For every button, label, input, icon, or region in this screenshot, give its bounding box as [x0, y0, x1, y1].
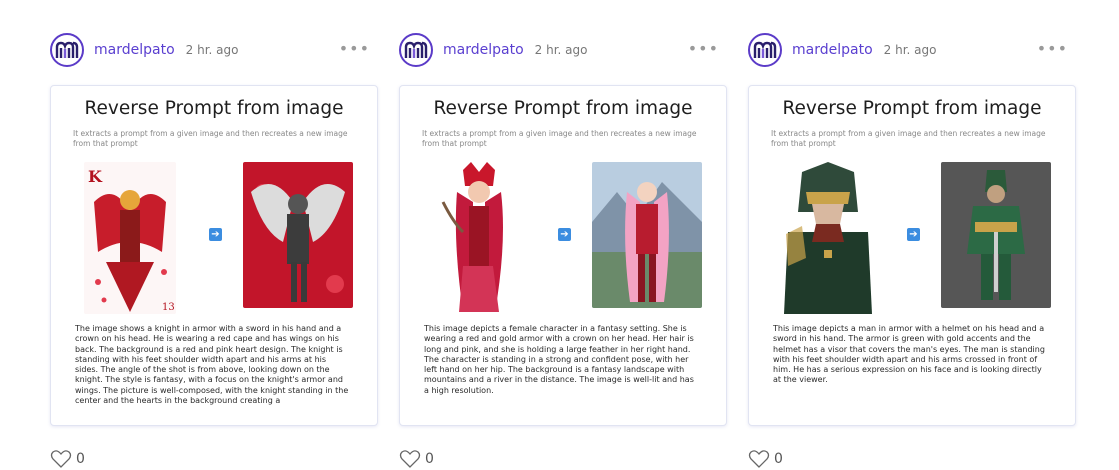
- generated-image: [592, 162, 702, 308]
- brand-logo-icon: [55, 41, 79, 58]
- generated-image: [243, 162, 353, 308]
- image-comparison: ➔: [749, 162, 1075, 314]
- brand-logo-icon: [753, 41, 777, 58]
- card-title: Reverse Prompt from image: [433, 98, 693, 119]
- heart-icon[interactable]: [399, 450, 421, 468]
- brand-logo-icon: [404, 41, 428, 58]
- more-options-button[interactable]: •••: [688, 41, 719, 57]
- like-count: 0: [425, 451, 434, 467]
- post-footer: 0: [748, 450, 783, 468]
- arrow-right-icon: ➔: [558, 228, 571, 241]
- post-header: mardelpato 2 hr. ago •••: [399, 30, 727, 70]
- post-timestamp: 2 hr. ago: [534, 43, 588, 57]
- card-description: This image depicts a man in armor with a…: [773, 324, 1045, 385]
- like-count: 0: [76, 451, 85, 467]
- post-footer: 0: [50, 450, 85, 468]
- username-link[interactable]: mardelpato: [443, 42, 524, 58]
- card-description: The image shows a knight in armor with a…: [75, 324, 349, 406]
- avatar[interactable]: [50, 33, 84, 67]
- username-link[interactable]: mardelpato: [792, 42, 873, 58]
- card-title: Reverse Prompt from image: [84, 98, 344, 119]
- post-content-card[interactable]: Reverse Prompt from image It extracts a …: [50, 85, 378, 426]
- card-subtitle: It extracts a prompt from a given image …: [771, 129, 1046, 148]
- post-timestamp: 2 hr. ago: [883, 43, 937, 57]
- card-subtitle: It extracts a prompt from a given image …: [422, 129, 697, 148]
- post-header: mardelpato 2 hr. ago •••: [748, 30, 1076, 70]
- source-image: [782, 162, 874, 314]
- post-content-card[interactable]: Reverse Prompt from image It extracts a …: [748, 85, 1076, 426]
- image-comparison: ➔: [400, 162, 726, 314]
- arrow-right-icon: ➔: [209, 228, 222, 241]
- post-feed: mardelpato 2 hr. ago ••• Reverse Prompt …: [0, 0, 1119, 469]
- source-image: K 13: [84, 162, 176, 314]
- card-title: Reverse Prompt from image: [782, 98, 1042, 119]
- post-footer: 0: [399, 450, 434, 468]
- avatar[interactable]: [399, 33, 433, 67]
- more-options-button[interactable]: •••: [339, 41, 370, 57]
- heart-icon[interactable]: [748, 450, 770, 468]
- post-card: mardelpato 2 hr. ago ••• Reverse Prompt …: [399, 30, 727, 470]
- like-count: 0: [774, 451, 783, 467]
- more-options-button[interactable]: •••: [1037, 41, 1068, 57]
- post-header: mardelpato 2 hr. ago •••: [50, 30, 378, 70]
- svg-text:K: K: [88, 167, 103, 186]
- generated-image: [941, 162, 1051, 308]
- card-subtitle: It extracts a prompt from a given image …: [73, 129, 348, 148]
- post-card: mardelpato 2 hr. ago ••• Reverse Prompt …: [748, 30, 1076, 470]
- post-content-card[interactable]: Reverse Prompt from image It extracts a …: [399, 85, 727, 426]
- avatar[interactable]: [748, 33, 782, 67]
- svg-text:13: 13: [162, 302, 175, 313]
- source-image: [433, 162, 525, 314]
- post-timestamp: 2 hr. ago: [185, 43, 239, 57]
- username-link[interactable]: mardelpato: [94, 42, 175, 58]
- image-comparison: K 13 ➔: [51, 162, 377, 314]
- card-description: This image depicts a female character in…: [424, 324, 694, 395]
- post-card: mardelpato 2 hr. ago ••• Reverse Prompt …: [50, 30, 378, 470]
- heart-icon[interactable]: [50, 450, 72, 468]
- arrow-right-icon: ➔: [907, 228, 920, 241]
